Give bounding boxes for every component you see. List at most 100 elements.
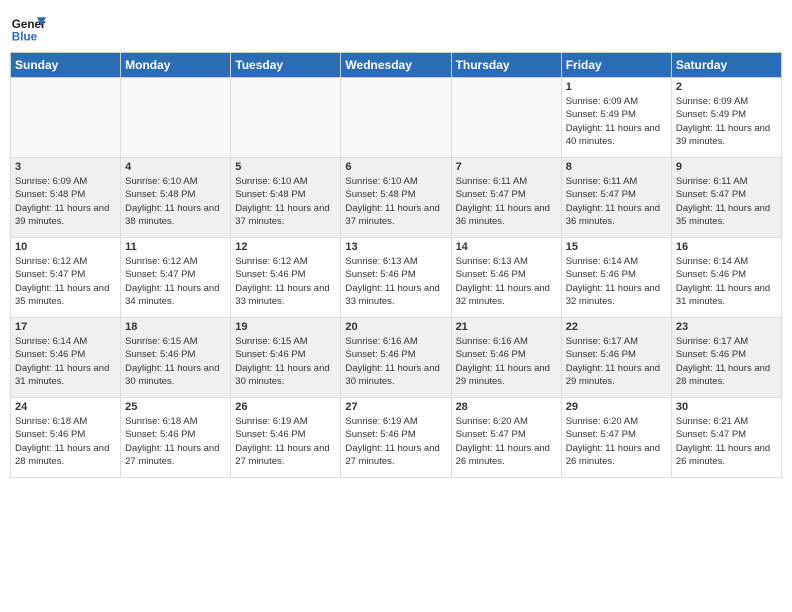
day-number: 1 <box>566 81 667 93</box>
day-info: Sunrise: 6:17 AM Sunset: 5:46 PM Dayligh… <box>566 335 667 388</box>
header-saturday: Saturday <box>671 53 781 78</box>
day-info: Sunrise: 6:17 AM Sunset: 5:46 PM Dayligh… <box>676 335 777 388</box>
day-info: Sunrise: 6:09 AM Sunset: 5:48 PM Dayligh… <box>15 175 116 228</box>
day-info: Sunrise: 6:11 AM Sunset: 5:47 PM Dayligh… <box>456 175 557 228</box>
day-number: 13 <box>345 241 446 253</box>
header: General Blue <box>10 10 782 46</box>
calendar-cell <box>121 78 231 158</box>
day-number: 23 <box>676 321 777 333</box>
calendar-cell: 15 Sunrise: 6:14 AM Sunset: 5:46 PM Dayli… <box>561 238 671 318</box>
calendar-cell: 3 Sunrise: 6:09 AM Sunset: 5:48 PM Daylig… <box>11 158 121 238</box>
day-info: Sunrise: 6:10 AM Sunset: 5:48 PM Dayligh… <box>125 175 226 228</box>
day-info: Sunrise: 6:10 AM Sunset: 5:48 PM Dayligh… <box>235 175 336 228</box>
week-row-3: 10 Sunrise: 6:12 AM Sunset: 5:47 PM Dayli… <box>11 238 782 318</box>
calendar-cell: 4 Sunrise: 6:10 AM Sunset: 5:48 PM Daylig… <box>121 158 231 238</box>
day-info: Sunrise: 6:14 AM Sunset: 5:46 PM Dayligh… <box>566 255 667 308</box>
day-info: Sunrise: 6:14 AM Sunset: 5:46 PM Dayligh… <box>15 335 116 388</box>
header-monday: Monday <box>121 53 231 78</box>
day-number: 18 <box>125 321 226 333</box>
day-number: 22 <box>566 321 667 333</box>
day-number: 29 <box>566 401 667 413</box>
calendar-cell: 26 Sunrise: 6:19 AM Sunset: 5:46 PM Dayli… <box>231 398 341 478</box>
day-number: 17 <box>15 321 116 333</box>
day-info: Sunrise: 6:12 AM Sunset: 5:47 PM Dayligh… <box>15 255 116 308</box>
calendar-cell: 11 Sunrise: 6:12 AM Sunset: 5:47 PM Dayli… <box>121 238 231 318</box>
day-info: Sunrise: 6:15 AM Sunset: 5:46 PM Dayligh… <box>125 335 226 388</box>
header-wednesday: Wednesday <box>341 53 451 78</box>
calendar-cell: 2 Sunrise: 6:09 AM Sunset: 5:49 PM Daylig… <box>671 78 781 158</box>
calendar-cell <box>231 78 341 158</box>
day-info: Sunrise: 6:11 AM Sunset: 5:47 PM Dayligh… <box>566 175 667 228</box>
day-info: Sunrise: 6:19 AM Sunset: 5:46 PM Dayligh… <box>345 415 446 468</box>
day-info: Sunrise: 6:14 AM Sunset: 5:46 PM Dayligh… <box>676 255 777 308</box>
day-number: 4 <box>125 161 226 173</box>
day-number: 28 <box>456 401 557 413</box>
week-row-4: 17 Sunrise: 6:14 AM Sunset: 5:46 PM Dayli… <box>11 318 782 398</box>
day-info: Sunrise: 6:19 AM Sunset: 5:46 PM Dayligh… <box>235 415 336 468</box>
day-info: Sunrise: 6:18 AM Sunset: 5:46 PM Dayligh… <box>15 415 116 468</box>
day-info: Sunrise: 6:09 AM Sunset: 5:49 PM Dayligh… <box>566 95 667 148</box>
day-info: Sunrise: 6:12 AM Sunset: 5:47 PM Dayligh… <box>125 255 226 308</box>
day-number: 21 <box>456 321 557 333</box>
calendar-cell: 28 Sunrise: 6:20 AM Sunset: 5:47 PM Dayli… <box>451 398 561 478</box>
logo-icon: General Blue <box>10 10 46 46</box>
calendar-cell: 19Sunrise: 6:15 AM Sunset: 5:46 PM Dayli… <box>231 318 341 398</box>
header-tuesday: Tuesday <box>231 53 341 78</box>
calendar-cell: 18 Sunrise: 6:15 AM Sunset: 5:46 PM Dayli… <box>121 318 231 398</box>
calendar-cell: 8Sunrise: 6:11 AM Sunset: 5:47 PM Daylig… <box>561 158 671 238</box>
day-number: 26 <box>235 401 336 413</box>
day-number: 12 <box>235 241 336 253</box>
calendar-header-row: SundayMondayTuesdayWednesdayThursdayFrid… <box>11 53 782 78</box>
week-row-5: 24 Sunrise: 6:18 AM Sunset: 5:46 PM Dayli… <box>11 398 782 478</box>
day-number: 27 <box>345 401 446 413</box>
day-info: Sunrise: 6:09 AM Sunset: 5:49 PM Dayligh… <box>676 95 777 148</box>
calendar-cell: 29Sunrise: 6:20 AM Sunset: 5:47 PM Dayli… <box>561 398 671 478</box>
day-number: 11 <box>125 241 226 253</box>
day-info: Sunrise: 6:10 AM Sunset: 5:48 PM Dayligh… <box>345 175 446 228</box>
day-number: 5 <box>235 161 336 173</box>
day-number: 24 <box>15 401 116 413</box>
day-number: 16 <box>676 241 777 253</box>
calendar-cell: 10 Sunrise: 6:12 AM Sunset: 5:47 PM Dayli… <box>11 238 121 318</box>
calendar-cell: 16 Sunrise: 6:14 AM Sunset: 5:46 PM Dayli… <box>671 238 781 318</box>
day-info: Sunrise: 6:20 AM Sunset: 5:47 PM Dayligh… <box>456 415 557 468</box>
calendar-cell: 13 Sunrise: 6:13 AM Sunset: 5:46 PM Dayli… <box>341 238 451 318</box>
calendar-cell <box>11 78 121 158</box>
day-number: 9 <box>676 161 777 173</box>
day-number: 25 <box>125 401 226 413</box>
day-number: 3 <box>15 161 116 173</box>
day-number: 15 <box>566 241 667 253</box>
day-info: Sunrise: 6:13 AM Sunset: 5:46 PM Dayligh… <box>345 255 446 308</box>
calendar-cell: 24 Sunrise: 6:18 AM Sunset: 5:46 PM Dayli… <box>11 398 121 478</box>
calendar-cell: 30Sunrise: 6:21 AM Sunset: 5:47 PM Dayli… <box>671 398 781 478</box>
calendar-cell: 9Sunrise: 6:11 AM Sunset: 5:47 PM Daylig… <box>671 158 781 238</box>
calendar-cell: 27 Sunrise: 6:19 AM Sunset: 5:46 PM Dayli… <box>341 398 451 478</box>
calendar-cell: 17 Sunrise: 6:14 AM Sunset: 5:46 PM Dayli… <box>11 318 121 398</box>
calendar-cell: 20 Sunrise: 6:16 AM Sunset: 5:46 PM Dayli… <box>341 318 451 398</box>
day-info: Sunrise: 6:15 AM Sunset: 5:46 PM Dayligh… <box>235 335 336 388</box>
day-info: Sunrise: 6:16 AM Sunset: 5:46 PM Dayligh… <box>345 335 446 388</box>
day-number: 2 <box>676 81 777 93</box>
day-number: 10 <box>15 241 116 253</box>
header-sunday: Sunday <box>11 53 121 78</box>
day-info: Sunrise: 6:18 AM Sunset: 5:46 PM Dayligh… <box>125 415 226 468</box>
calendar-cell: 25 Sunrise: 6:18 AM Sunset: 5:46 PM Dayli… <box>121 398 231 478</box>
day-number: 20 <box>345 321 446 333</box>
day-info: Sunrise: 6:13 AM Sunset: 5:46 PM Dayligh… <box>456 255 557 308</box>
calendar-table: SundayMondayTuesdayWednesdayThursdayFrid… <box>10 52 782 478</box>
day-number: 6 <box>345 161 446 173</box>
day-number: 14 <box>456 241 557 253</box>
header-friday: Friday <box>561 53 671 78</box>
day-info: Sunrise: 6:12 AM Sunset: 5:46 PM Dayligh… <box>235 255 336 308</box>
week-row-2: 3 Sunrise: 6:09 AM Sunset: 5:48 PM Daylig… <box>11 158 782 238</box>
day-info: Sunrise: 6:21 AM Sunset: 5:47 PM Dayligh… <box>676 415 777 468</box>
calendar-cell: 6 Sunrise: 6:10 AM Sunset: 5:48 PM Daylig… <box>341 158 451 238</box>
calendar-cell: 7Sunrise: 6:11 AM Sunset: 5:47 PM Daylig… <box>451 158 561 238</box>
calendar-cell: 12 Sunrise: 6:12 AM Sunset: 5:46 PM Dayli… <box>231 238 341 318</box>
calendar-cell: 1 Sunrise: 6:09 AM Sunset: 5:49 PM Daylig… <box>561 78 671 158</box>
week-row-1: 1 Sunrise: 6:09 AM Sunset: 5:49 PM Daylig… <box>11 78 782 158</box>
calendar-cell: 21Sunrise: 6:16 AM Sunset: 5:46 PM Dayli… <box>451 318 561 398</box>
calendar-cell: 22 Sunrise: 6:17 AM Sunset: 5:46 PM Dayli… <box>561 318 671 398</box>
svg-text:Blue: Blue <box>12 31 38 44</box>
calendar-cell <box>451 78 561 158</box>
